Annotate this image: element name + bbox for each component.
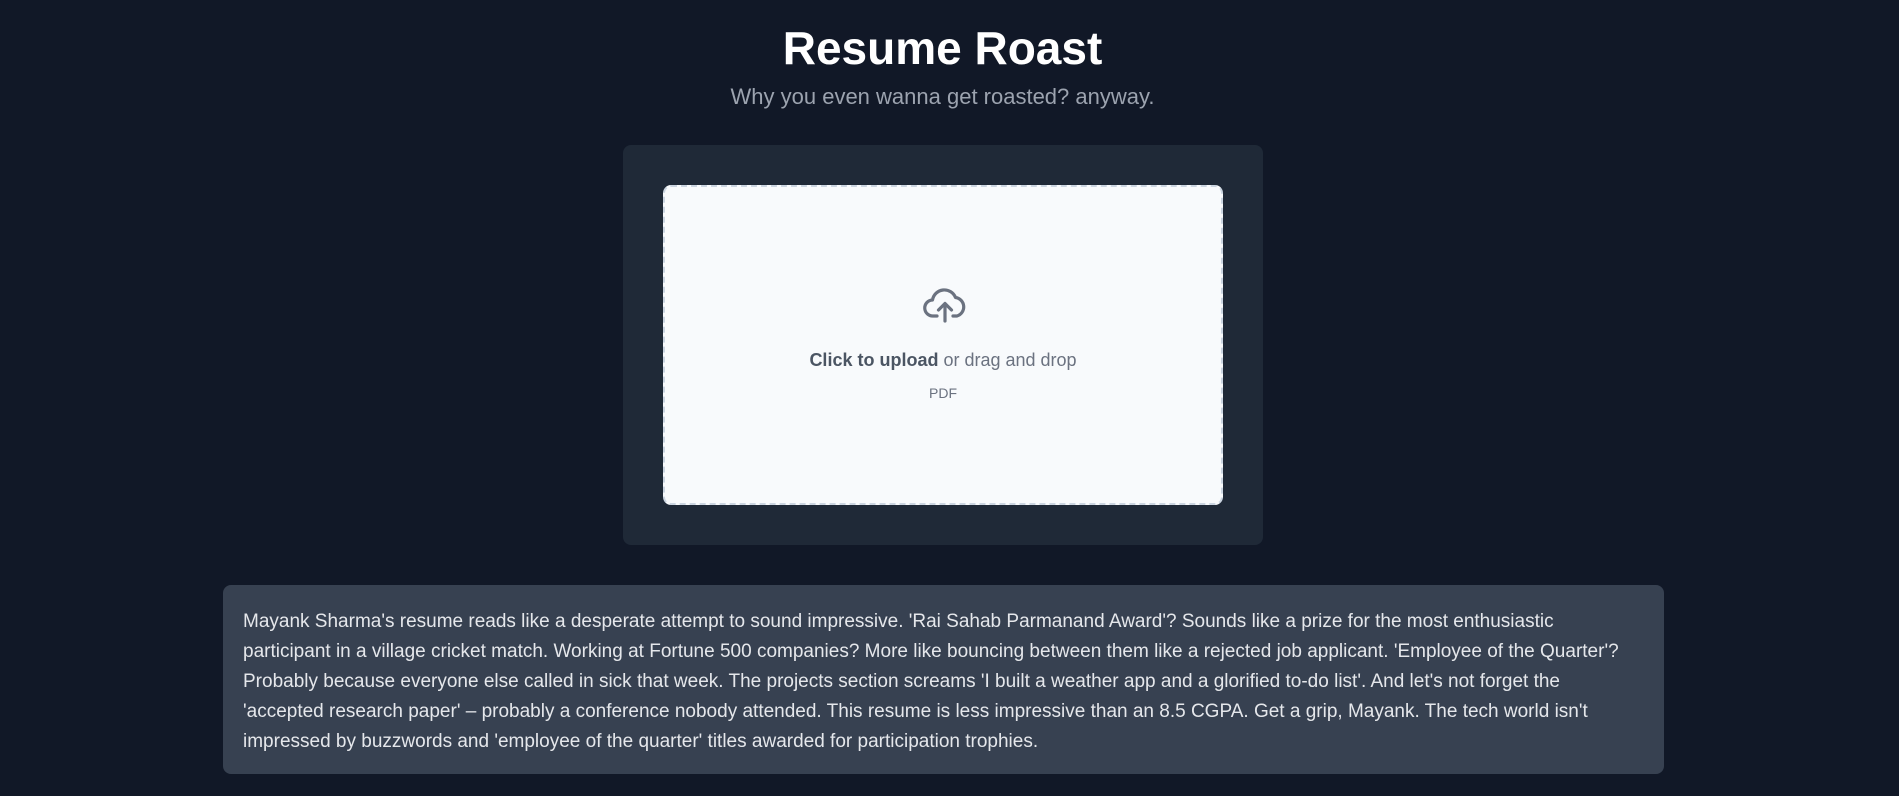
drag-and-drop-label: or drag and drop [938, 350, 1077, 370]
roast-text: Mayank Sharma's resume reads like a desp… [243, 611, 1619, 752]
file-type-hint: PDF [929, 385, 957, 401]
roast-result: Mayank Sharma's resume reads like a desp… [223, 585, 1664, 774]
upload-dropzone[interactable]: Click to upload or drag and drop PDF [663, 185, 1223, 505]
page-title: Resume Roast [782, 22, 1103, 74]
page-subtitle: Why you even wanna get roasted? anyway. [730, 84, 1155, 109]
cloud-upload-icon [923, 287, 967, 323]
upload-card: Click to upload or drag and drop PDF [623, 145, 1263, 545]
click-to-upload-label[interactable]: Click to upload [809, 350, 938, 370]
upload-instruction: Click to upload or drag and drop [665, 348, 1221, 372]
